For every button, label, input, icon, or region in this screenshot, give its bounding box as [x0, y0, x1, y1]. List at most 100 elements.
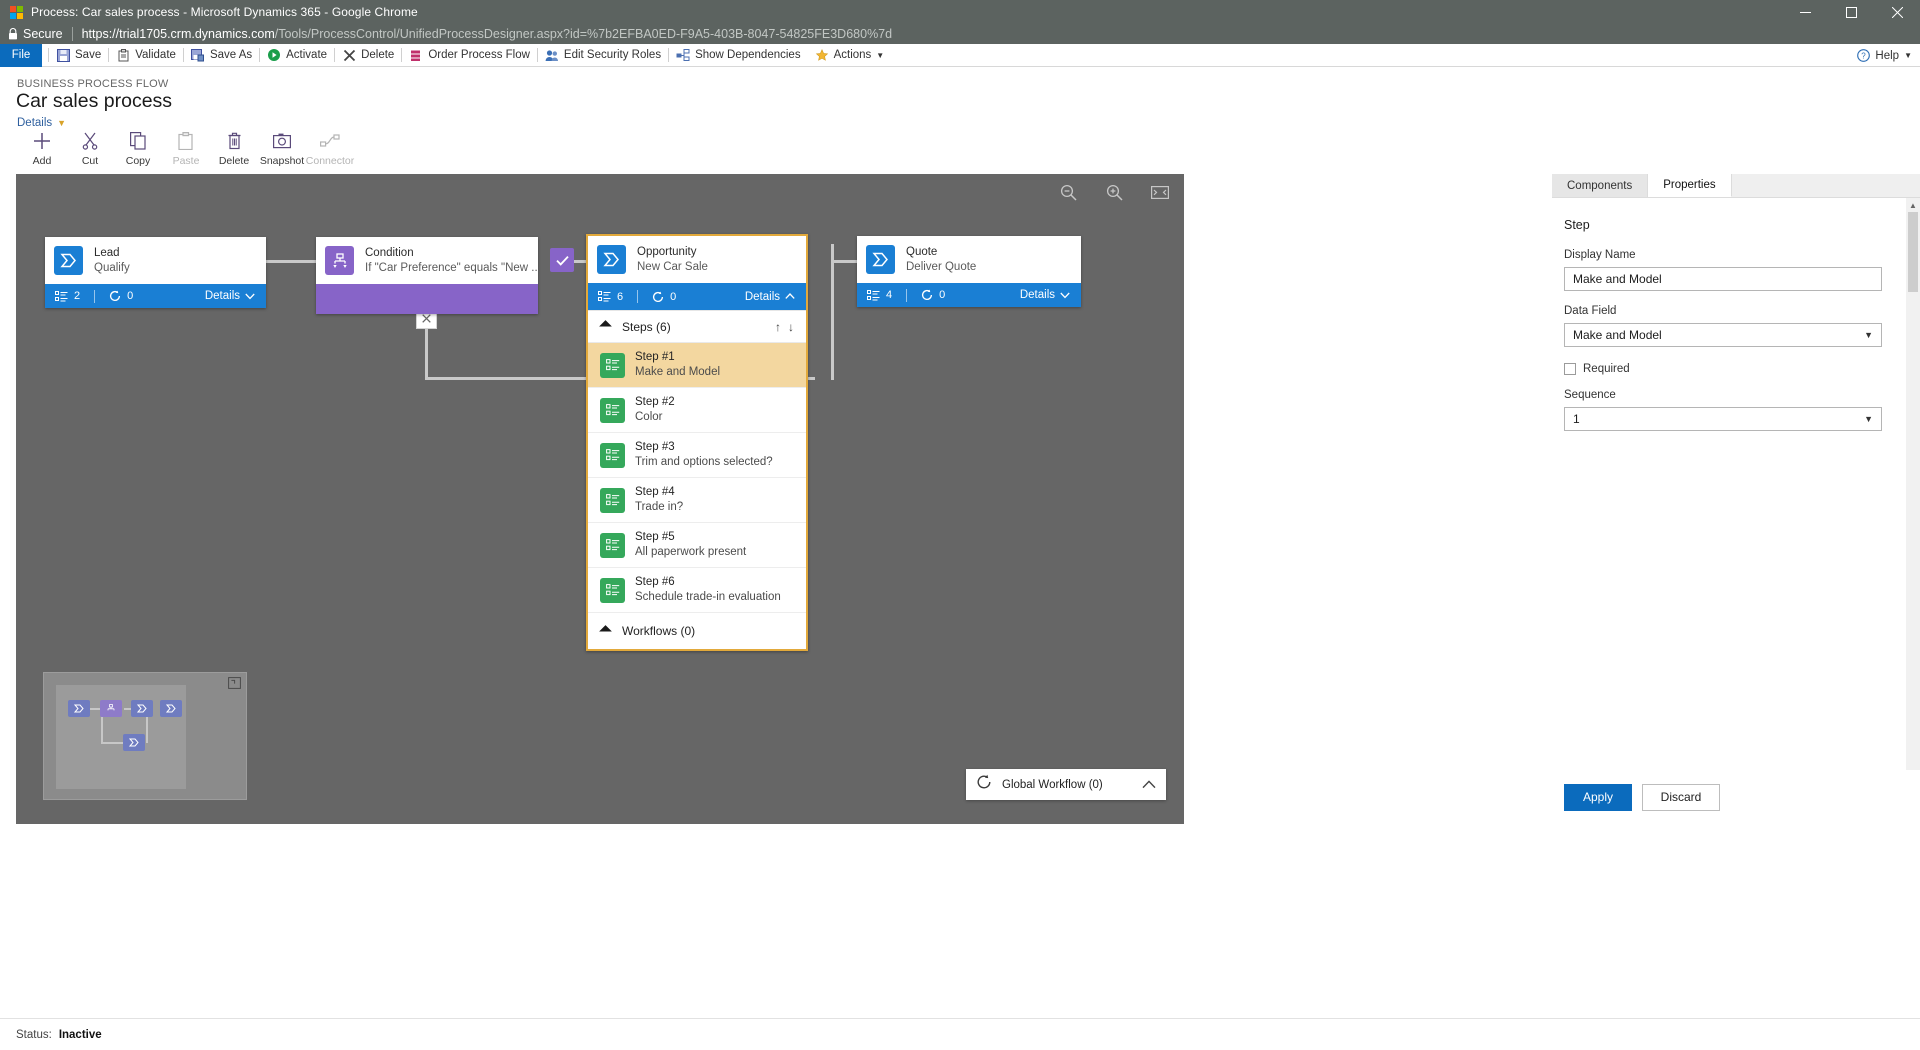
toolbar-add[interactable]: Add: [18, 126, 66, 174]
data-field-select[interactable]: Make and Model ▼: [1564, 323, 1882, 347]
step-row[interactable]: Step #2 Color: [588, 388, 806, 433]
toolbar-paste-label: Paste: [172, 155, 200, 167]
command-edit-security-roles[interactable]: Edit Security Roles: [538, 44, 668, 67]
global-workflow-panel[interactable]: Global Workflow (0): [966, 769, 1166, 800]
edit-security-roles-icon: [545, 48, 559, 62]
secure-label: Secure: [23, 27, 63, 41]
stage-quote-subtitle: Deliver Quote: [906, 260, 977, 273]
tab-properties[interactable]: Properties: [1648, 174, 1732, 197]
toolbar-paste[interactable]: Paste: [162, 126, 210, 174]
step-row[interactable]: Step #1 Make and Model: [588, 343, 806, 388]
stage-lead-subtitle: Qualify: [94, 261, 130, 274]
stage-quote-details[interactable]: Details: [1020, 289, 1070, 301]
toolbar-copy[interactable]: Copy: [114, 126, 162, 174]
move-down-icon[interactable]: ↓: [788, 320, 794, 334]
zoom-out-icon[interactable]: [1058, 182, 1078, 202]
toolbar-connector[interactable]: Connector: [306, 126, 354, 174]
stage-opportunity-details[interactable]: Details: [745, 291, 795, 303]
step-row[interactable]: Step #5 All paperwork present: [588, 523, 806, 568]
command-validate[interactable]: Validate: [109, 44, 183, 67]
toolbar-delete[interactable]: Delete: [210, 126, 258, 174]
display-name-input[interactable]: Make and Model: [1564, 267, 1882, 291]
address-bar[interactable]: Secure https://trial1705.crm.dynamics.co…: [0, 24, 1920, 44]
apply-button[interactable]: Apply: [1564, 783, 1632, 811]
status-bar: Status: Inactive: [0, 1018, 1920, 1050]
url-text[interactable]: https://trial1705.crm.dynamics.com/Tools…: [82, 27, 892, 41]
workflows-section-header[interactable]: Workflows (0): [588, 613, 806, 649]
chevron-down-icon: ▼: [1864, 330, 1873, 340]
chevron-down-icon: ▼: [1904, 51, 1912, 60]
file-button[interactable]: File: [0, 43, 42, 67]
toolbar-delete-label: Delete: [218, 155, 250, 167]
help-button[interactable]: ? Help ▼: [1856, 44, 1912, 67]
toolbar-cut[interactable]: Cut: [66, 126, 114, 174]
step-name: Step #4: [635, 486, 675, 499]
properties-scrollbar[interactable]: ▲ ▼: [1906, 198, 1920, 824]
bar-divider: [637, 290, 639, 303]
actions-icon: [815, 48, 829, 62]
stage-quote-steps-count: 4: [886, 289, 893, 301]
toolbar-snapshot[interactable]: Snapshot: [258, 126, 306, 174]
plus-icon: [33, 131, 51, 151]
step-name: Step #6: [635, 576, 675, 589]
maximize-icon[interactable]: [1828, 0, 1874, 24]
tab-components[interactable]: Components: [1552, 174, 1649, 197]
stage-condition-bar: [316, 284, 538, 314]
stage-lead-details[interactable]: Details: [205, 290, 255, 302]
steps-section-header[interactable]: Steps (6) ↑ ↓: [588, 311, 806, 343]
stage-opportunity-name: Opportunity: [637, 246, 697, 259]
chevron-down-icon: [1060, 292, 1070, 298]
stage-opportunity-text: Opportunity New Car Sale: [637, 245, 708, 274]
required-checkbox[interactable]: [1564, 363, 1576, 375]
minimap-expand-icon[interactable]: [228, 676, 242, 690]
paste-icon: [178, 131, 194, 151]
close-icon[interactable]: [1874, 0, 1920, 24]
minimize-icon[interactable]: [1782, 0, 1828, 24]
move-up-icon[interactable]: ↑: [775, 320, 781, 334]
toolbar-cut-label: Cut: [81, 155, 99, 167]
stage-quote[interactable]: Quote Deliver Quote 4 0 Details: [857, 236, 1081, 307]
step-row[interactable]: Step #4 Trade in?: [588, 478, 806, 523]
fit-to-screen-icon[interactable]: [1150, 182, 1170, 202]
stage-icon: [597, 245, 626, 274]
stage-lead-workflow-count: 0: [127, 290, 134, 302]
required-checkbox-row[interactable]: Required: [1564, 363, 1906, 375]
command-save-as[interactable]: Save As: [184, 44, 259, 67]
stage-condition[interactable]: Condition If "Car Preference" equals "Ne…: [316, 237, 538, 314]
stage-opportunity-details-label: Details: [744, 290, 780, 303]
bar-divider: [94, 289, 96, 303]
sequence-select[interactable]: 1 ▼: [1564, 407, 1882, 431]
scrollbar-thumb[interactable]: [1908, 212, 1918, 292]
command-delete[interactable]: Delete: [335, 44, 401, 67]
minimap[interactable]: [43, 672, 247, 800]
stage-opportunity-steps-count: 6: [617, 290, 624, 303]
command-order-process-flow[interactable]: Order Process Flow: [402, 44, 537, 67]
condition-true-badge[interactable]: [550, 248, 574, 272]
step-value: All paperwork present: [635, 546, 747, 558]
stage-opportunity-steps: 6: [598, 291, 623, 303]
minimap-node-branch: [123, 734, 145, 751]
command-actions[interactable]: Actions ▼: [808, 44, 892, 67]
stage-opportunity[interactable]: Opportunity New Car Sale 6 0 Details Ste: [586, 234, 808, 651]
step-name: Step #5: [635, 531, 675, 544]
command-show-dependencies-label: Show Dependencies: [695, 49, 801, 61]
step-row[interactable]: Step #3 Trim and options selected?: [588, 433, 806, 478]
process-canvas[interactable]: Lead Qualify 2 0 Details Condition If "C…: [16, 174, 1184, 824]
stage-quote-header: Quote Deliver Quote: [857, 236, 1081, 283]
command-show-dependencies[interactable]: Show Dependencies: [669, 44, 808, 67]
chevron-up-icon[interactable]: [1142, 776, 1156, 794]
scroll-up-icon[interactable]: ▲: [1906, 198, 1920, 212]
step-row[interactable]: Step #6 Schedule trade-in evaluation: [588, 568, 806, 613]
command-save[interactable]: Save: [49, 44, 108, 67]
trash-icon: [227, 131, 242, 151]
stage-lead[interactable]: Lead Qualify 2 0 Details: [45, 237, 266, 308]
command-activate[interactable]: Activate: [260, 44, 334, 67]
discard-button[interactable]: Discard: [1642, 783, 1720, 811]
minimap-connector: [101, 717, 103, 743]
data-field-value: Make and Model: [1573, 328, 1662, 342]
zoom-in-icon[interactable]: [1104, 182, 1124, 202]
condition-icon: [325, 246, 354, 275]
chevron-down-icon: ▼: [1864, 414, 1873, 424]
toolbar-connector-label: Connector: [305, 155, 355, 167]
steps-icon: [55, 290, 68, 301]
